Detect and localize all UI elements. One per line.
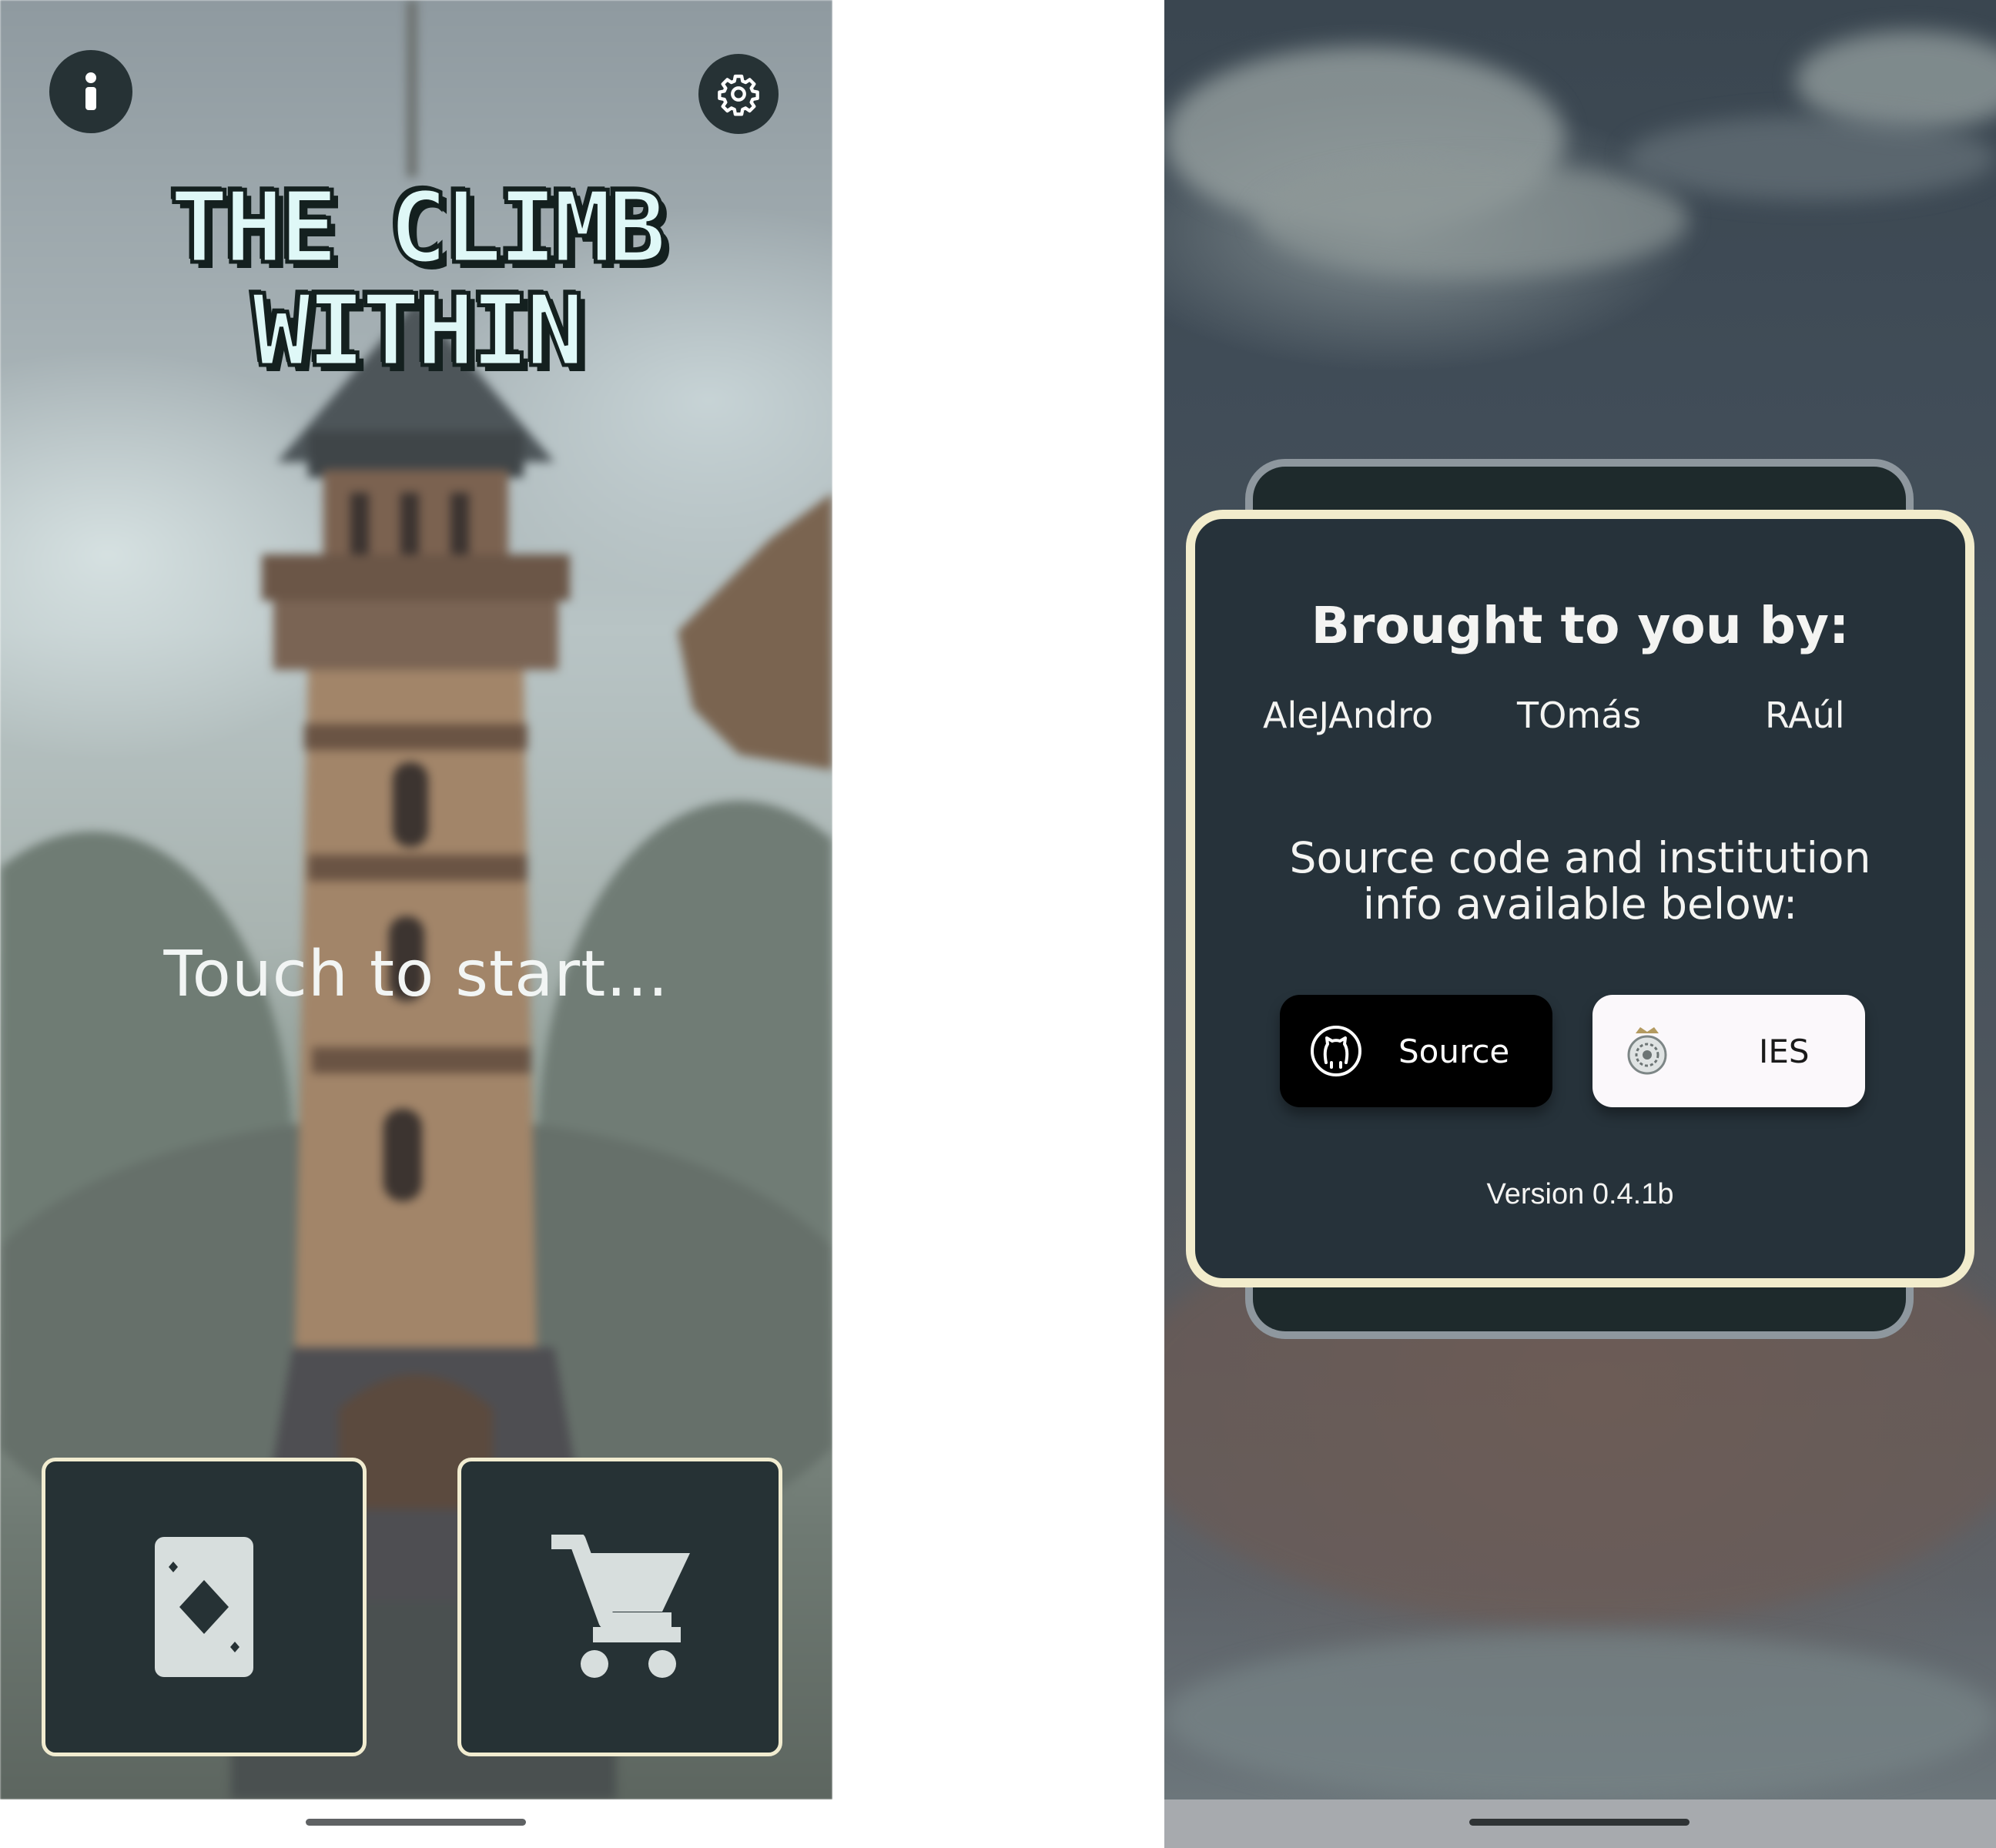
touch-to-start-prompt[interactable]: Touch to start... [0,938,832,1011]
settings-button[interactable] [698,54,779,134]
main-menu-screen[interactable]: THE CLIMB WITHIN Touch to start... [0,0,832,1848]
github-icon [1311,1026,1361,1076]
author-name: AleJAndro [1263,695,1434,736]
cards-button[interactable] [42,1458,367,1756]
author-name: RAúl [1765,695,1845,736]
screenshot-canvas: THE CLIMB WITHIN Touch to start... Broug… [0,0,1996,1848]
credits-heading: Brought to you by: [1311,596,1850,655]
institution-seal-icon [1627,1027,1667,1075]
source-button[interactable]: Source [1280,995,1552,1107]
game-title: THE CLIMB WITHIN [168,171,669,389]
institution-button-label: IES [1759,1032,1810,1070]
shop-button[interactable] [457,1458,782,1756]
system-navigation-bar [1164,1799,1996,1848]
home-gesture-handle[interactable] [1469,1819,1690,1826]
info-button[interactable] [49,50,132,133]
source-button-label: Source [1398,1032,1510,1070]
source-info-text: Source code and institution info availab… [1289,833,1871,929]
gear-icon [718,74,759,116]
home-gesture-handle[interactable] [306,1819,526,1826]
credits-dialog: Brought to you by: AleJAndro TOmás RAúl … [1186,510,1974,1287]
cloud-shape [1257,162,1688,277]
version-text: Version 0.4.1b [1486,1178,1674,1210]
info-icon [85,72,96,110]
system-navigation-bar [0,1799,832,1848]
playing-card-diamond-icon [155,1537,253,1677]
credits-screen: Brought to you by: AleJAndro TOmás RAúl … [1164,0,1996,1848]
cloud-shape [1626,116,1996,200]
author-name: TOmás [1517,695,1642,736]
institution-button[interactable]: IES [1592,995,1865,1107]
cloud-shape [1164,1632,1996,1799]
shopping-cart-icon [551,1535,690,1678]
